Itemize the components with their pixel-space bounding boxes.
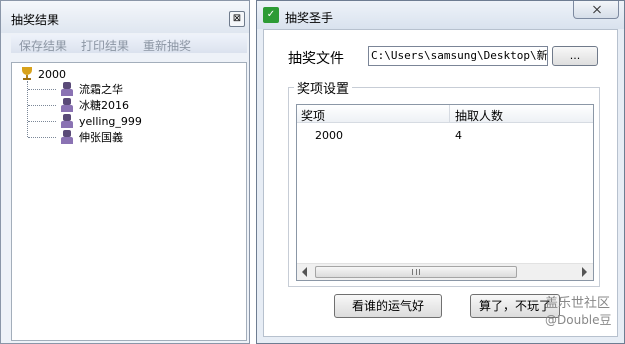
draw-button[interactable]: 看谁的运气好 bbox=[334, 294, 442, 318]
tree-item[interactable]: 冰糖2016 bbox=[28, 97, 129, 113]
winner-name: 伸张国義 bbox=[79, 131, 123, 144]
tree-item[interactable]: 伸张国義 bbox=[28, 129, 123, 145]
horizontal-scrollbar[interactable] bbox=[297, 263, 593, 280]
close-icon[interactable]: ⊠ bbox=[229, 11, 245, 27]
app-client-area: 抽奖文件 C:\Users\samsung\Desktop\新建 ... 奖项设… bbox=[263, 29, 618, 337]
table-header: 奖项 抽取人数 bbox=[297, 105, 593, 123]
tree-root-node[interactable]: 2000 bbox=[20, 66, 66, 82]
results-menubar: 保存结果 打印结果 重新抽奖 bbox=[11, 35, 247, 53]
trophy-icon bbox=[20, 67, 34, 81]
prize-table[interactable]: 奖项 抽取人数 2000 4 bbox=[296, 104, 594, 281]
prize-settings-label: 奖项设置 bbox=[294, 78, 353, 97]
table-cell-count[interactable]: 4 bbox=[455, 129, 462, 142]
window-close-button[interactable] bbox=[573, 1, 619, 19]
menu-print-results[interactable]: 打印结果 bbox=[81, 37, 129, 54]
app-titlebar[interactable]: ✓ 抽奖圣手 bbox=[257, 1, 624, 29]
tree-item[interactable]: yelling_999 bbox=[28, 113, 142, 129]
column-header-count[interactable]: 抽取人数 bbox=[455, 107, 503, 124]
column-header-prize[interactable]: 奖项 bbox=[301, 107, 325, 124]
results-tree[interactable]: 2000 流霜之华 冰糖2016 yelling_999 伸张国義 bbox=[11, 62, 247, 341]
winner-name: 流霜之华 bbox=[79, 83, 123, 96]
person-icon bbox=[60, 82, 74, 96]
watermark-line-1: 盖乐世社区 bbox=[545, 296, 611, 311]
browse-button[interactable]: ... bbox=[552, 46, 598, 66]
scroll-right-arrow-icon[interactable] bbox=[582, 267, 587, 277]
watermark-line-2: @Double豆 bbox=[545, 313, 612, 327]
results-titlebar[interactable]: 抽奖结果 ⊠ bbox=[1, 1, 249, 33]
menu-redraw[interactable]: 重新抽奖 bbox=[143, 37, 191, 54]
tree-item[interactable]: 流霜之华 bbox=[28, 81, 123, 97]
winner-name: 冰糖2016 bbox=[79, 99, 129, 112]
results-window: 抽奖结果 ⊠ 保存结果 打印结果 重新抽奖 2000 流霜之华 冰糖2016 y… bbox=[0, 0, 250, 344]
scroll-left-arrow-icon[interactable] bbox=[302, 267, 307, 277]
file-path-input[interactable]: C:\Users\samsung\Desktop\新建 bbox=[368, 46, 548, 66]
menu-save-results[interactable]: 保存结果 bbox=[19, 37, 67, 54]
table-cell-prize[interactable]: 2000 bbox=[315, 129, 343, 142]
person-icon bbox=[60, 98, 74, 112]
scrollbar-thumb[interactable] bbox=[315, 266, 517, 278]
file-label: 抽奖文件 bbox=[288, 51, 344, 67]
tree-root-label: 2000 bbox=[38, 67, 66, 81]
app-check-icon: ✓ bbox=[263, 7, 279, 23]
person-icon bbox=[60, 130, 74, 144]
winner-name: yelling_999 bbox=[79, 114, 142, 128]
person-icon bbox=[60, 114, 74, 128]
app-window-title: 抽奖圣手 bbox=[285, 11, 334, 25]
results-window-title: 抽奖结果 bbox=[11, 13, 60, 27]
scrollbar-grip-icon bbox=[412, 269, 420, 275]
